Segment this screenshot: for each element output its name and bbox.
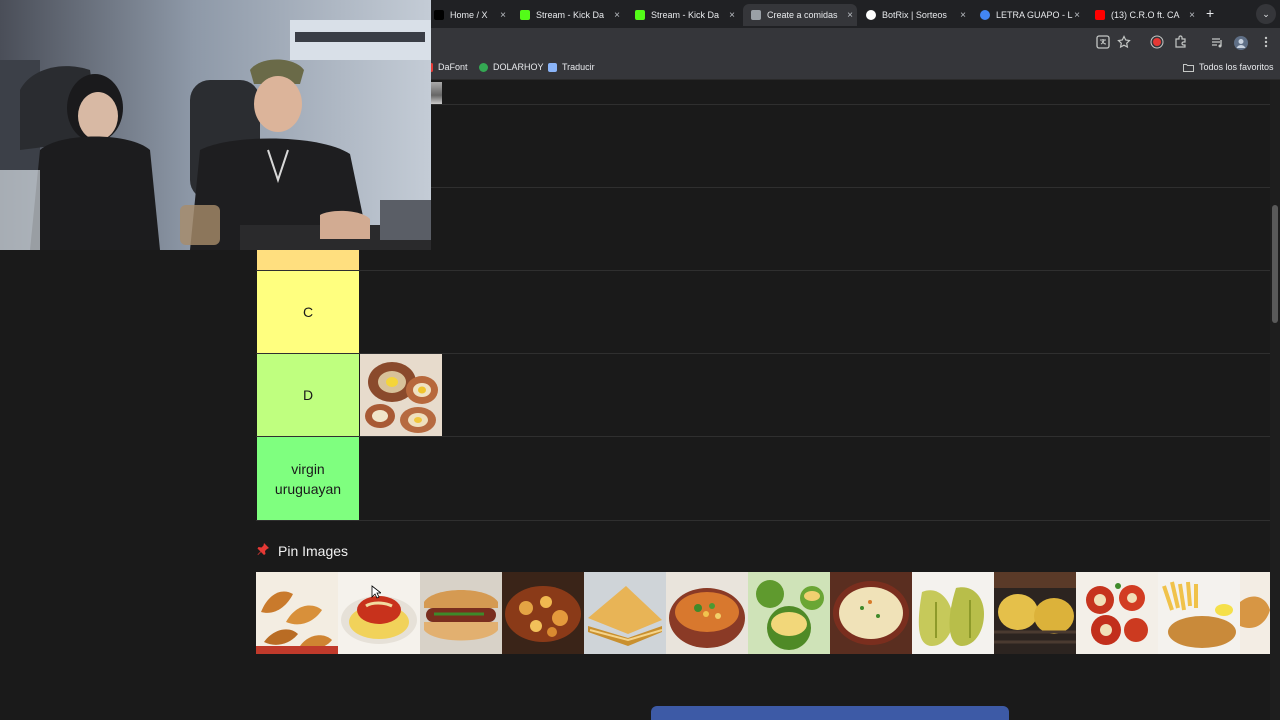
tier-items[interactable]	[360, 271, 1270, 353]
extensions-icon[interactable]	[1173, 35, 1189, 51]
tab-kick-stream-1[interactable]: Stream - Kick Da ×	[512, 4, 624, 26]
page-scrollbar[interactable]	[1270, 80, 1280, 720]
all-bookmarks-label: Todos los favoritos	[1199, 62, 1274, 72]
kick-logo-icon	[635, 10, 645, 20]
tier-items[interactable]	[431, 80, 1270, 104]
tab-title: Home / X	[450, 10, 488, 20]
tab-youtube-cro[interactable]: (13) C.R.O ft. CA ×	[1087, 4, 1199, 26]
google-icon	[980, 10, 990, 20]
pin-images-strip	[256, 572, 1270, 654]
tab-kick-stream-2[interactable]: Stream - Kick Da ×	[627, 4, 739, 26]
tab-search-button[interactable]: ⌄	[1256, 4, 1276, 24]
close-icon[interactable]: ×	[1189, 10, 1195, 21]
tier-label-text: D	[302, 387, 314, 403]
close-icon[interactable]: ×	[729, 10, 735, 21]
food-thumbnail-milanesa-papas[interactable]	[1158, 572, 1240, 654]
tier-label-text: C	[302, 304, 314, 320]
tiermaker-icon	[751, 10, 761, 20]
food-thumbnail-tortilla[interactable]	[584, 572, 666, 654]
bookmark-traducir[interactable]: Traducir	[548, 62, 595, 72]
tab-title: LETRA GUAPO - L	[996, 10, 1073, 20]
tab-letra-guapo[interactable]: LETRA GUAPO - L ×	[972, 4, 1084, 26]
food-thumbnail-humita[interactable]	[912, 572, 994, 654]
small-food-thumbnail[interactable]	[431, 82, 442, 104]
close-icon[interactable]: ×	[614, 10, 620, 21]
food-thumbnail-sopa-crema[interactable]	[830, 572, 912, 654]
x-logo-icon	[434, 10, 444, 20]
bookmark-dafont[interactable]: DaFont	[430, 62, 468, 72]
bookmark-label: DOLARHOY	[493, 62, 544, 72]
record-icon[interactable]	[1149, 35, 1165, 51]
close-icon[interactable]: ×	[500, 10, 506, 21]
bookmark-label: Traducir	[562, 62, 595, 72]
tab-title: (13) C.R.O ft. CA	[1111, 10, 1180, 20]
food-thumbnail-zapallitos-rellenos[interactable]	[748, 572, 830, 654]
profile-icon[interactable]	[1233, 35, 1249, 51]
pushpin-icon	[256, 542, 270, 559]
dolar-icon	[479, 62, 488, 72]
kick-logo-icon	[520, 10, 530, 20]
save-download-button[interactable]	[651, 706, 1009, 720]
botrix-icon	[866, 10, 876, 20]
tab-home-x[interactable]: Home / X ×	[426, 4, 510, 26]
pin-images-title: Pin Images	[278, 542, 349, 559]
tier-label-virgin-uruguayan[interactable]: virgin uruguayan	[257, 437, 359, 520]
tab-title: BotRix | Sorteos	[882, 10, 947, 20]
pin-images-heading: Pin Images	[256, 542, 348, 559]
food-thumbnail-choripan[interactable]	[420, 572, 502, 654]
tab-create-comidas[interactable]: Create a comidas ×	[743, 4, 857, 26]
tier-label-text: virgin uruguayan	[274, 460, 342, 497]
tier-items[interactable]	[360, 437, 1270, 520]
bookmark-dolarhoy[interactable]: DOLARHOY	[479, 62, 544, 72]
tier-label-d[interactable]: D	[257, 354, 359, 436]
new-tab-button[interactable]: +	[1206, 5, 1214, 21]
bookmark-label: DaFont	[438, 62, 468, 72]
close-icon[interactable]: ×	[1074, 10, 1080, 21]
food-thumbnail-provoleta[interactable]	[994, 572, 1076, 654]
food-thumbnail-empanada[interactable]	[1240, 572, 1270, 654]
youtube-icon	[1095, 10, 1105, 20]
translate-icon	[548, 62, 557, 72]
tab-botrix[interactable]: BotRix | Sorteos ×	[858, 4, 970, 26]
tab-title: Create a comidas	[767, 10, 838, 20]
food-thumbnail-matambre[interactable]	[360, 354, 442, 436]
close-icon[interactable]: ×	[960, 10, 966, 21]
tier-row-virgin-uruguayan: virgin uruguayan	[256, 437, 1270, 521]
tier-items[interactable]	[360, 354, 1270, 436]
star-icon[interactable]	[1116, 35, 1132, 51]
food-thumbnail-guiso[interactable]	[502, 572, 584, 654]
tab-title: Stream - Kick Da	[536, 10, 605, 20]
menu-icon[interactable]	[1258, 35, 1274, 51]
tier-label-c[interactable]: C	[257, 271, 359, 353]
webcam-overlay	[0, 0, 431, 250]
tier-row-d: D	[256, 354, 1270, 437]
tier-label-strip	[257, 250, 359, 270]
folder-icon	[1183, 63, 1194, 72]
media-icon[interactable]	[1209, 35, 1225, 51]
mouse-cursor-icon	[371, 585, 383, 604]
food-thumbnail-locro[interactable]	[666, 572, 748, 654]
food-thumbnail-ravioles[interactable]	[1076, 572, 1158, 654]
close-icon[interactable]: ×	[847, 10, 853, 21]
all-bookmarks-folder[interactable]: Todos los favoritos	[1183, 62, 1274, 72]
scrollbar-thumb[interactable]	[1272, 205, 1278, 323]
translate-icon[interactable]	[1095, 35, 1111, 51]
tab-title: Stream - Kick Da	[651, 10, 720, 20]
tier-row-c: C	[256, 271, 1270, 354]
food-thumbnail-empanadas[interactable]	[256, 572, 338, 654]
